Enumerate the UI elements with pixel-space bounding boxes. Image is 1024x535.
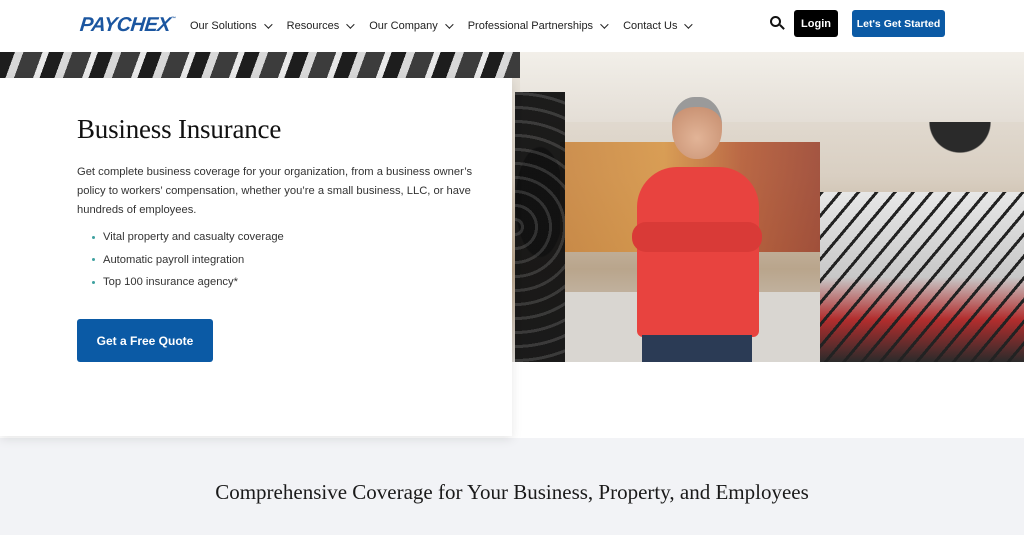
list-item-text: Vital property and casualty coverage bbox=[103, 231, 284, 244]
page-title: Business Insurance bbox=[77, 114, 282, 144]
chevron-down-icon bbox=[263, 20, 273, 29]
nav-label: Our Solutions bbox=[190, 20, 257, 32]
person-crossed-arms bbox=[632, 222, 762, 252]
lets-get-started-button[interactable]: Let's Get Started bbox=[852, 10, 945, 37]
nav-resources[interactable]: Resources bbox=[286, 20, 355, 32]
list-item-text: Top 100 insurance agency* bbox=[103, 276, 238, 289]
nav-professional-partnerships[interactable]: Professional Partnerships bbox=[467, 20, 609, 32]
main-nav: Our Solutions Resources Our Company Prof… bbox=[190, 0, 707, 52]
list-item: Top 100 insurance agency* bbox=[92, 271, 284, 294]
search-icon[interactable] bbox=[770, 16, 785, 30]
bullet-icon bbox=[92, 280, 95, 284]
chevron-down-icon bbox=[684, 20, 694, 29]
section-title: Comprehensive Coverage for Your Business… bbox=[215, 480, 809, 504]
nav-label: Contact Us bbox=[623, 20, 678, 32]
chevron-down-icon bbox=[600, 20, 609, 29]
hero-description: Get complete business coverage for your … bbox=[77, 166, 473, 216]
feature-list: Vital property and casualty coverage Aut… bbox=[92, 226, 284, 294]
nav-label: Resources bbox=[286, 20, 340, 32]
bullet-icon bbox=[92, 235, 95, 239]
photo-person bbox=[632, 97, 762, 362]
chevron-down-icon bbox=[444, 20, 454, 29]
chevron-down-icon bbox=[346, 20, 355, 29]
photo-bike-wheels-strip bbox=[0, 52, 520, 78]
hero-card: Business Insurance Get complete business… bbox=[0, 78, 512, 436]
photo-bike-racks bbox=[820, 192, 1024, 362]
photo-tires bbox=[515, 92, 565, 362]
list-item-text: Automatic payroll integration bbox=[103, 253, 245, 266]
list-item: Vital property and casualty coverage bbox=[92, 226, 284, 249]
search-icon-handle bbox=[779, 24, 785, 30]
nav-label: Professional Partnerships bbox=[467, 20, 594, 32]
nav-contact-us[interactable]: Contact Us bbox=[623, 20, 694, 32]
person-sweater bbox=[637, 167, 759, 337]
nav-our-company[interactable]: Our Company bbox=[369, 20, 454, 32]
paychex-logo[interactable]: PAYCHEX™ bbox=[79, 14, 176, 37]
photo-ceiling bbox=[520, 52, 1024, 122]
trademark-mark: ™ bbox=[170, 16, 176, 22]
login-button[interactable]: Login bbox=[794, 10, 838, 37]
person-head bbox=[672, 97, 722, 159]
list-item: Automatic payroll integration bbox=[92, 249, 284, 272]
nav-our-solutions[interactable]: Our Solutions bbox=[190, 20, 273, 32]
person-jeans bbox=[642, 335, 752, 362]
get-free-quote-button[interactable]: Get a Free Quote bbox=[77, 319, 213, 362]
nav-label: Our Company bbox=[369, 20, 438, 32]
bullet-icon bbox=[92, 258, 95, 262]
logo-text: PAYCHEX bbox=[78, 14, 172, 36]
site-header: PAYCHEX™ Our Solutions Resources Our Com… bbox=[0, 0, 1024, 52]
coverage-section: Comprehensive Coverage for Your Business… bbox=[0, 438, 1024, 535]
